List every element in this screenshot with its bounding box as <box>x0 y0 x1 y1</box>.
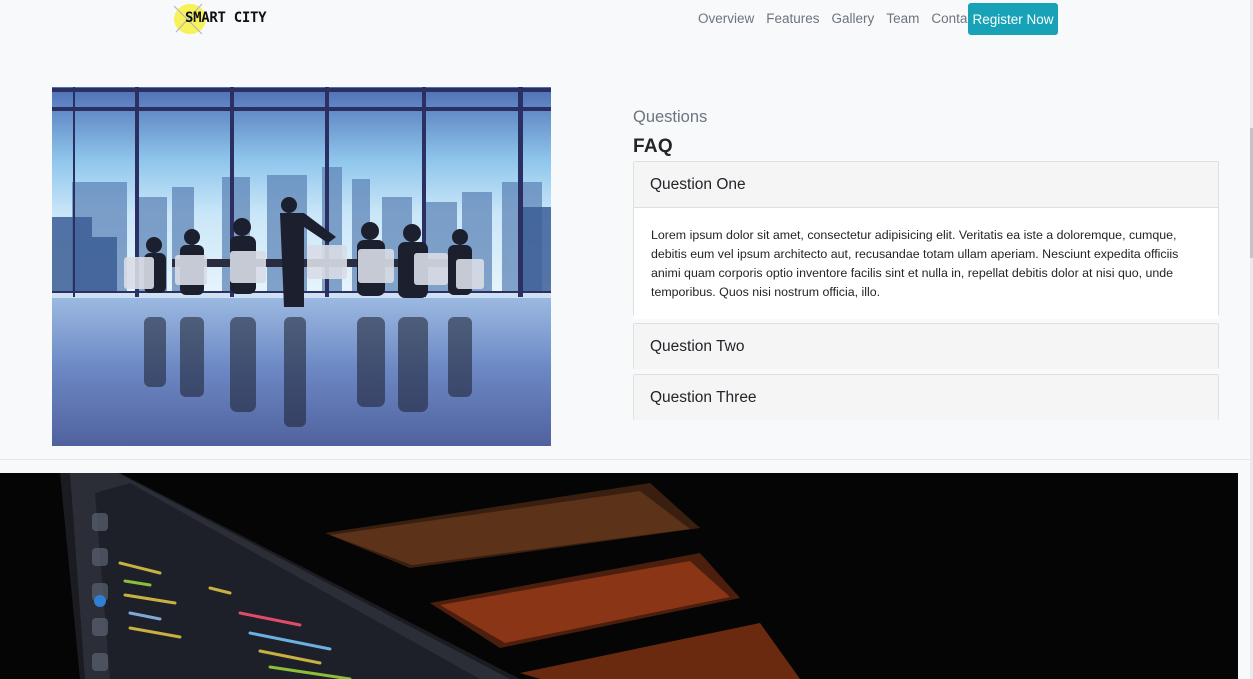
smart-city-logo[interactable]: SMART CITY <box>172 2 267 36</box>
faq-question-two-header[interactable]: Question Two <box>634 324 1218 369</box>
meeting-room-image <box>52 87 551 446</box>
coding-laptop-banner-image <box>0 473 1238 679</box>
meeting-silhouette-illustration <box>52 87 551 446</box>
nav-link-gallery[interactable]: Gallery <box>826 11 881 26</box>
nav-link-overview[interactable]: Overview <box>692 11 760 26</box>
faq-title: FAQ <box>633 136 673 157</box>
faq-section: Questions FAQ Question One Lorem ipsum d… <box>633 106 1219 420</box>
faq-subtitle: Questions <box>633 108 708 126</box>
logo-text: SMART CITY <box>185 10 267 26</box>
nav-link-team[interactable]: Team <box>880 11 925 26</box>
faq-item-one: Question One Lorem ipsum dolor sit amet,… <box>633 161 1219 319</box>
nav-link-features[interactable]: Features <box>760 11 825 26</box>
faq-item-three: Question Three <box>633 374 1219 420</box>
faq-item-two: Question Two <box>633 323 1219 369</box>
page: SMART CITY Overview Features Gallery Tea… <box>0 0 1253 679</box>
nav-links: Overview Features Gallery Team Contact <box>692 0 984 36</box>
faq-answer-one: Lorem ipsum dolor sit amet, consectetur … <box>634 207 1218 319</box>
faq-question-one-header[interactable]: Question One <box>634 162 1218 207</box>
navbar: SMART CITY Overview Features Gallery Tea… <box>0 0 1253 40</box>
laptop-code-illustration <box>0 473 1238 679</box>
section-divider <box>0 459 1253 460</box>
register-now-button[interactable]: Register Now <box>968 3 1058 35</box>
faq-question-three-header[interactable]: Question Three <box>634 375 1218 420</box>
